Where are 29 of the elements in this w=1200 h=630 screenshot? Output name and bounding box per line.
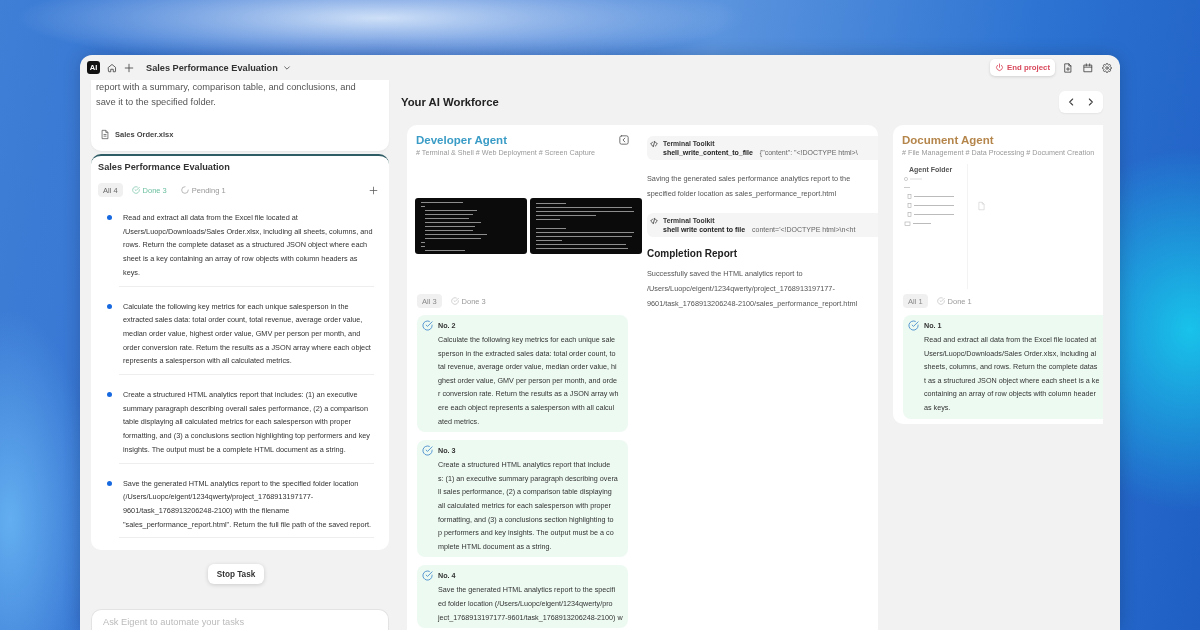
status-dot-icon: [107, 480, 112, 486]
file-icon: [977, 200, 986, 211]
chevron-left-icon: [1068, 98, 1074, 106]
chat-input-field[interactable]: Ask Eigent to automate your tasks: [91, 609, 389, 630]
settings-icon[interactable]: [1102, 62, 1112, 73]
home-icon[interactable]: [107, 62, 117, 73]
chevron-down-icon: [282, 63, 291, 72]
agent-name: Document Agent: [902, 133, 994, 148]
stop-task-button[interactable]: Stop Task: [207, 564, 265, 585]
add-icon[interactable]: [124, 62, 134, 73]
code-icon: [650, 216, 658, 225]
code-icon: [650, 139, 658, 148]
add-task-icon[interactable]: [369, 185, 378, 195]
workforce-title: Your AI Workforce: [401, 96, 499, 108]
power-icon: [995, 63, 1005, 72]
file-icon: [100, 129, 110, 140]
chevron-right-icon: [1088, 98, 1094, 106]
file-add-icon[interactable]: [1063, 62, 1073, 73]
task-panel-title: Sales Performance Evaluation: [98, 161, 231, 173]
loading-icon: [180, 186, 189, 194]
status-dot-icon: [107, 215, 112, 221]
project-title-button[interactable]: Sales Performance Evaluation: [146, 62, 291, 73]
collapse-icon[interactable]: [619, 135, 629, 145]
calendar-icon[interactable]: [1083, 62, 1093, 73]
status-dot-icon: [107, 303, 112, 309]
message-text: report with a summary, comparison table, and conclusions, and save it to the specified folder.: [96, 81, 357, 109]
report-title: Completion Report: [647, 247, 738, 261]
agent-name: Developer Agent: [416, 133, 507, 148]
status-dot-icon: [107, 392, 112, 398]
